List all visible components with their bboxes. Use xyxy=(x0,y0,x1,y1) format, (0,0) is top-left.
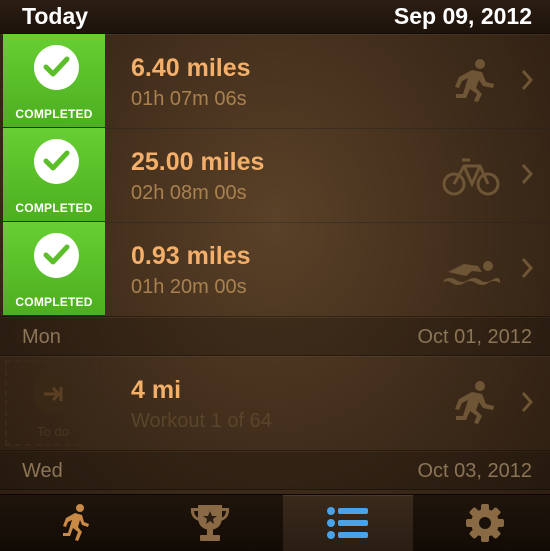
checkmark-icon xyxy=(34,139,79,184)
completed-badge: COMPLETED xyxy=(3,128,105,221)
tab-settings[interactable] xyxy=(420,495,550,551)
workout-row[interactable]: COMPLETED 6.40 miles 01h 07m 06s xyxy=(0,34,550,129)
list-icon xyxy=(327,507,368,539)
day-section-header: Wed Oct 03, 2012 xyxy=(0,452,550,490)
workout-distance: 4 mi xyxy=(131,376,182,404)
status-label: To do xyxy=(37,424,69,439)
header-day: Today xyxy=(22,3,89,29)
tab-bar xyxy=(0,494,550,551)
workout-duration: 01h 07m 06s xyxy=(131,88,247,110)
workout-row[interactable]: COMPLETED 0.93 miles 01h 20m 00s xyxy=(0,222,550,317)
workout-row[interactable]: COMPLETED 25.00 miles 02h 08m 00s xyxy=(0,128,550,223)
workout-duration: 02h 08m 00s xyxy=(131,182,247,204)
section-day: Wed xyxy=(22,460,63,482)
running-icon xyxy=(455,59,494,102)
swimming-icon xyxy=(444,261,500,285)
chevron-right-icon[interactable] xyxy=(520,162,534,186)
completed-badge: COMPLETED xyxy=(3,222,105,315)
day-section-header: Mon Oct 01, 2012 xyxy=(0,318,550,356)
chevron-right-icon[interactable] xyxy=(520,390,534,414)
workout-subtitle: Workout 1 of 64 xyxy=(131,410,272,432)
workout-distance: 6.40 miles xyxy=(131,54,251,82)
date-header: Today Sep 09, 2012 xyxy=(0,0,550,34)
section-date: Oct 03, 2012 xyxy=(417,460,532,482)
completed-badge: COMPLETED xyxy=(3,34,105,127)
tab-workouts[interactable] xyxy=(283,495,413,551)
chevron-right-icon[interactable] xyxy=(520,68,534,92)
workout-distance: 25.00 miles xyxy=(131,148,265,176)
checkmark-icon xyxy=(34,45,79,90)
upcoming-workout-row[interactable]: To do 4 mi Workout 1 of 64 xyxy=(0,356,550,451)
runner-icon xyxy=(63,504,89,541)
trophy-icon xyxy=(190,505,230,541)
status-label: COMPLETED xyxy=(15,295,93,309)
arrow-right-icon xyxy=(33,374,73,414)
status-label: COMPLETED xyxy=(15,107,93,121)
section-date: Oct 01, 2012 xyxy=(417,326,532,348)
cycling-icon xyxy=(442,158,500,196)
todo-badge: To do xyxy=(5,360,101,446)
running-icon xyxy=(455,381,494,424)
section-day: Mon xyxy=(22,326,61,348)
gear-icon xyxy=(466,504,504,542)
chevron-right-icon[interactable] xyxy=(520,256,534,280)
status-label: COMPLETED xyxy=(15,201,93,215)
tab-achievements[interactable] xyxy=(145,495,275,551)
workout-distance: 0.93 miles xyxy=(131,242,251,270)
workout-log-screen: Today Sep 09, 2012 COMPLETED 6.40 miles … xyxy=(0,0,550,551)
workout-duration: 01h 20m 00s xyxy=(131,276,247,298)
tab-activity[interactable] xyxy=(10,495,140,551)
checkmark-icon xyxy=(34,233,79,278)
header-date: Sep 09, 2012 xyxy=(393,3,532,29)
